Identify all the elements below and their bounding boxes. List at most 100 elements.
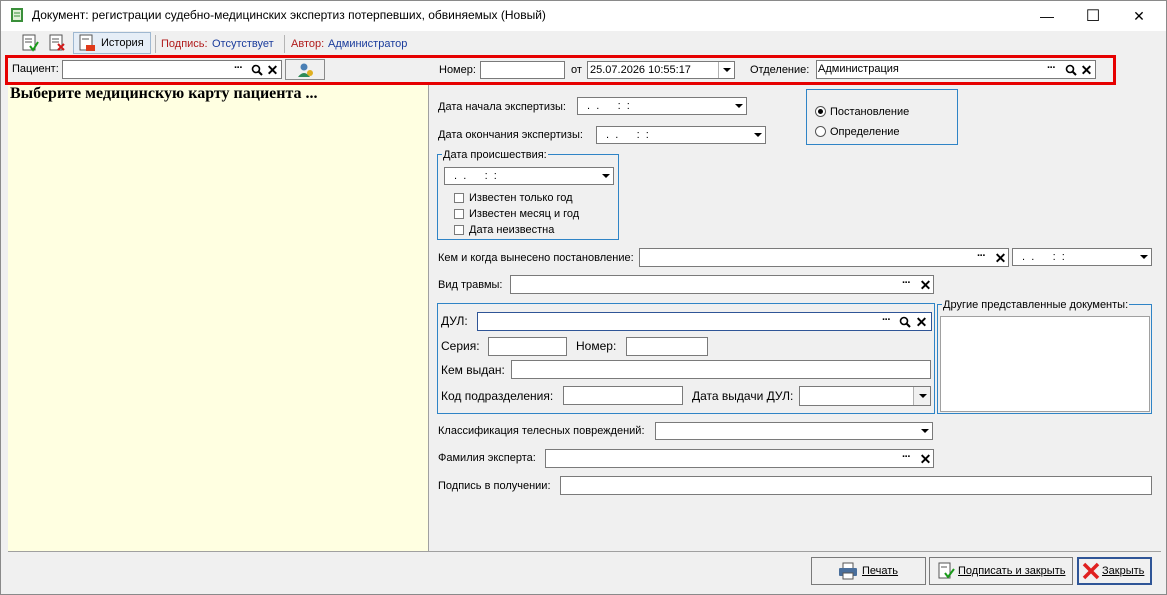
month-year-checkbox[interactable]: [454, 209, 464, 219]
author-value: Администратор: [328, 38, 408, 50]
dul-number-input[interactable]: [626, 337, 708, 356]
series-input[interactable]: [488, 337, 567, 356]
exam-start-combo[interactable]: . . : :: [577, 97, 747, 115]
unsign-doc-button[interactable]: [47, 33, 67, 53]
ellipsis-icon: ···: [1047, 62, 1056, 74]
signature-label: Подпись:: [161, 38, 208, 50]
search-icon[interactable]: [899, 316, 911, 328]
minimize-icon: —: [1040, 8, 1054, 24]
chevron-down-icon: [723, 68, 731, 72]
injury-class-combo[interactable]: [655, 422, 933, 440]
maximize-button[interactable]: ☐: [1070, 1, 1116, 31]
clear-icon[interactable]: ✕: [915, 315, 928, 329]
search-icon[interactable]: [1065, 64, 1077, 76]
close-label: Закрыть: [1102, 565, 1145, 577]
select-card-prompt: Выберите медицинскую карту пациента ...: [10, 85, 318, 102]
ellipsis-icon: ···: [882, 314, 891, 326]
from-label: от: [571, 64, 582, 76]
year-only-label: Известен только год: [469, 192, 573, 204]
clear-icon[interactable]: ✕: [919, 452, 932, 466]
close-window-button[interactable]: ✕: [1116, 1, 1162, 31]
ellipsis-icon: ···: [902, 277, 911, 289]
issued-by-dul-label: Кем выдан:: [441, 363, 505, 377]
document-check-icon: [22, 34, 39, 52]
other-docs-title: Другие представленные документы:: [942, 299, 1130, 311]
document-cross-icon: [49, 34, 65, 51]
search-icon[interactable]: [251, 64, 263, 76]
document-date-value: 25.07.2026 10:55:17: [590, 64, 691, 76]
author-label: Автор:: [291, 38, 325, 50]
date-dropdown-button[interactable]: [718, 62, 734, 78]
month-year-label: Известен месяц и год: [469, 208, 580, 220]
print-label: Печать: [862, 565, 899, 577]
exam-end-label: Дата окончания экспертизы:: [438, 129, 583, 141]
toolbar-separator: [284, 35, 285, 53]
close-button[interactable]: Закрыть: [1077, 557, 1152, 585]
exam-end-combo[interactable]: . . : :: [596, 126, 766, 144]
radio-resolution[interactable]: [815, 106, 826, 117]
clear-icon[interactable]: ✕: [919, 278, 932, 292]
expert-name-field[interactable]: ··· ✕: [545, 449, 934, 468]
ellipsis-icon: ···: [234, 62, 243, 74]
ellipsis-icon: ···: [902, 451, 911, 463]
injury-class-label: Классификация телесных повреждений:: [438, 425, 645, 437]
history-button[interactable]: История: [73, 32, 151, 54]
department-field[interactable]: Администрация ··· ✕: [816, 60, 1096, 79]
incident-date-combo[interactable]: . . : :: [444, 167, 614, 185]
minimize-button[interactable]: —: [1024, 1, 1070, 31]
app-icon: [10, 8, 24, 22]
chevron-down-icon: [754, 133, 762, 137]
clear-icon[interactable]: ✕: [1080, 63, 1093, 77]
sign-close-label: Подписать и закрыть: [958, 565, 1066, 577]
patient-label: Пациент:: [12, 63, 59, 75]
close-icon: ✕: [1133, 7, 1145, 24]
dul-issue-date-combo[interactable]: [799, 386, 931, 406]
date-dropdown-button[interactable]: [913, 387, 930, 405]
dul-number-label: Номер:: [576, 339, 617, 353]
issued-by-dul-input[interactable]: [511, 360, 931, 379]
sign-close-button[interactable]: Подписать и закрыть: [929, 557, 1073, 585]
radio-definition-label: Определение: [830, 126, 900, 138]
radio-resolution-label: Постановление: [830, 106, 910, 118]
issued-date-combo[interactable]: . . : :: [1012, 248, 1152, 266]
document-date-combo[interactable]: 25.07.2026 10:55:17: [587, 61, 735, 79]
expert-name-label: Фамилия эксперта:: [438, 452, 536, 464]
other-docs-textarea[interactable]: [940, 316, 1150, 412]
dul-field[interactable]: ··· ✕: [477, 312, 932, 331]
clear-icon[interactable]: ✕: [994, 251, 1007, 265]
injury-type-field[interactable]: ··· ✕: [510, 275, 934, 294]
injury-type-label: Вид травмы:: [438, 279, 503, 291]
dul-issue-date-label: Дата выдачи ДУЛ:: [692, 389, 794, 403]
chevron-down-icon: [1140, 255, 1148, 259]
history-label: История: [101, 37, 144, 49]
department-label: Отделение:: [750, 64, 810, 76]
patient-field[interactable]: ··· ✕: [62, 60, 282, 79]
radio-definition[interactable]: [815, 126, 826, 137]
patient-card-button[interactable]: [285, 59, 325, 80]
patient-card-panel: Выберите медицинскую карту пациента ...: [8, 85, 429, 551]
number-input[interactable]: [480, 61, 565, 79]
printer-icon: [839, 562, 857, 580]
date-unknown-label: Дата неизвестна: [469, 224, 555, 236]
sign-doc-button[interactable]: [20, 33, 40, 53]
year-only-checkbox[interactable]: [454, 193, 464, 203]
incident-date-title: Дата происшествия:: [442, 149, 548, 161]
division-code-input[interactable]: [563, 386, 683, 405]
clear-icon[interactable]: ✕: [266, 63, 279, 77]
ellipsis-icon: ···: [977, 250, 986, 262]
date-unknown-checkbox[interactable]: [454, 225, 464, 235]
print-button[interactable]: Печать: [811, 557, 926, 585]
series-label: Серия:: [441, 339, 480, 353]
close-red-icon: [1082, 562, 1100, 580]
history-document-icon: [79, 34, 95, 51]
department-value: Администрация: [818, 63, 899, 75]
chevron-down-icon: [919, 394, 927, 398]
exam-start-label: Дата начала экспертизы:: [438, 101, 566, 113]
issued-by-label: Кем и когда вынесено постановление:: [438, 252, 634, 264]
chevron-down-icon: [735, 104, 743, 108]
issued-by-field[interactable]: ··· ✕: [639, 248, 1009, 267]
maximize-icon: ☐: [1085, 8, 1101, 25]
division-code-label: Код подразделения:: [441, 389, 554, 403]
chevron-down-icon: [921, 429, 929, 433]
receipt-signature-input[interactable]: [560, 476, 1152, 495]
